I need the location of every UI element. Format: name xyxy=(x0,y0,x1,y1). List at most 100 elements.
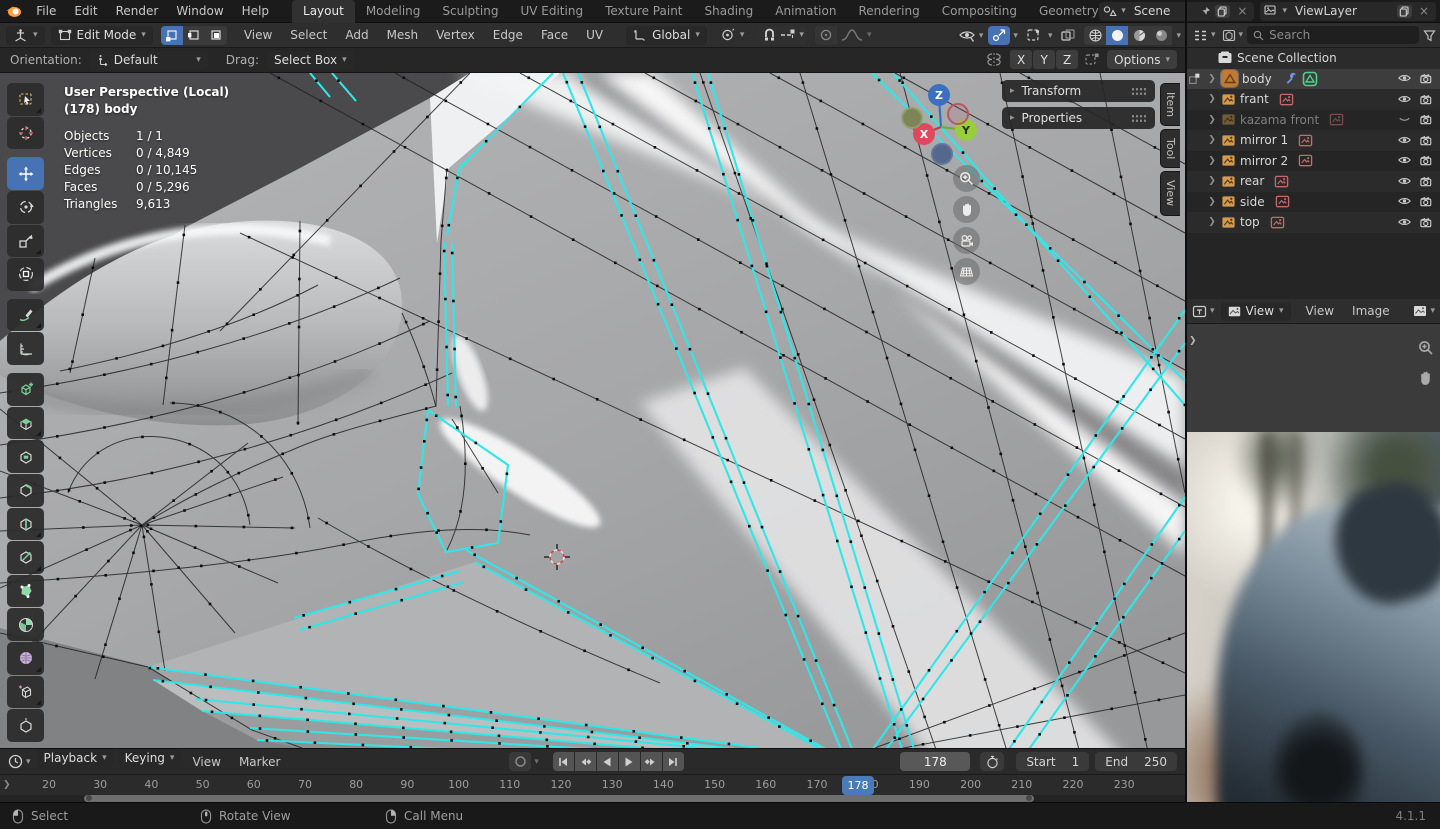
tool-options-button[interactable]: Options ▾ xyxy=(1107,50,1177,69)
gizmo-z-axis[interactable]: Z xyxy=(928,84,950,106)
gizmo-z-neg[interactable] xyxy=(931,143,953,165)
menu-help[interactable]: Help xyxy=(233,0,278,23)
proportional-editing-toggle[interactable] xyxy=(814,25,837,45)
viewport-3d[interactable]: User Perspective (Local) (178) body Obje… xyxy=(0,73,1185,748)
workspace-tab-geometry-nodes[interactable]: Geometry Nodes xyxy=(1028,0,1099,23)
playhead[interactable]: 178 xyxy=(841,776,874,795)
transform-panel-header[interactable]: ▸ Transform xyxy=(1002,80,1155,102)
show-overlays-toggle[interactable] xyxy=(1022,26,1045,45)
image-editor-type-button[interactable]: ▾ xyxy=(1192,305,1215,318)
outliner-item-top[interactable]: ❯ top xyxy=(1187,212,1440,233)
tool-knife[interactable] xyxy=(7,541,44,574)
viewport-menu-vertex[interactable]: Vertex xyxy=(427,23,484,48)
viewlayer-selector[interactable]: ▾ ViewLayer × xyxy=(1260,1,1436,21)
disable-render-icon[interactable] xyxy=(1419,194,1434,209)
tool-orientation-select[interactable]: Default ▾ xyxy=(89,50,208,70)
viewport-menu-uv[interactable]: UV xyxy=(577,23,612,48)
timeline-scrollbar[interactable] xyxy=(0,794,1185,802)
viewport-menu-edge[interactable]: Edge xyxy=(484,23,532,48)
image-editor-mode-select[interactable]: View ▾ xyxy=(1220,301,1291,321)
timeline-menu-keying[interactable]: Keying ▾ xyxy=(117,748,182,768)
auto-keying-toggle[interactable]: ▾ xyxy=(509,752,539,771)
play-button[interactable] xyxy=(618,752,640,771)
outliner-item-rear[interactable]: ❯ rear xyxy=(1187,171,1440,192)
gizmo-y-neg[interactable] xyxy=(901,107,923,129)
timeline-menu-marker[interactable]: Marker xyxy=(230,749,289,775)
shading-wireframe[interactable] xyxy=(1084,26,1107,45)
gizmo-x-neg[interactable] xyxy=(947,103,969,125)
use-preview-range-toggle[interactable] xyxy=(980,752,1005,771)
sidebar-tab-tool[interactable]: Tool xyxy=(1160,129,1180,169)
properties-panel-header[interactable]: ▸ Properties xyxy=(1002,107,1155,129)
tool-cursor[interactable] xyxy=(7,116,44,150)
outliner-item-side[interactable]: ❯ side xyxy=(1187,192,1440,213)
blender-logo-icon[interactable] xyxy=(0,3,27,20)
outliner-item-kazama-front[interactable]: ❯ kazama front xyxy=(1187,110,1440,131)
timeline-collapse-arrow[interactable]: ❯ xyxy=(3,780,11,790)
hide-eye-icon[interactable] xyxy=(1397,133,1412,148)
show-gizmo-toggle[interactable] xyxy=(988,26,1011,45)
play-reverse-button[interactable] xyxy=(596,752,618,771)
tool-spin[interactable] xyxy=(7,608,44,641)
menu-window[interactable]: Window xyxy=(167,0,232,23)
snap-magnet-icon[interactable] xyxy=(762,28,777,43)
timeline-editor-button[interactable]: ▾ xyxy=(8,754,31,769)
mirror-y-toggle[interactable]: Y xyxy=(1033,50,1056,69)
select-mode-face[interactable] xyxy=(204,25,227,45)
mirror-x-toggle[interactable]: X xyxy=(1010,50,1033,69)
shading-material[interactable] xyxy=(1128,26,1151,45)
editmode-mesh-icon[interactable] xyxy=(1302,71,1318,87)
tool-inset-faces[interactable] xyxy=(7,440,44,473)
workspace-tab-shading[interactable]: Shading xyxy=(694,0,765,23)
workspace-tab-modeling[interactable]: Modeling xyxy=(355,0,432,23)
hide-eye-icon[interactable] xyxy=(1397,112,1412,127)
disable-render-icon[interactable] xyxy=(1419,112,1434,127)
outliner-item-body[interactable]: ❯ body xyxy=(1187,68,1440,89)
hide-eye-icon[interactable] xyxy=(1397,71,1412,86)
sidebar-tab-view[interactable]: View xyxy=(1160,171,1180,216)
viewlayer-copy-icon[interactable] xyxy=(1396,4,1412,18)
expand-arrow[interactable]: ❯ xyxy=(1207,176,1217,186)
image-pan-icon[interactable] xyxy=(1418,370,1433,386)
outliner-editor-button[interactable]: ▾ xyxy=(1191,29,1218,42)
zoom-button[interactable] xyxy=(953,165,980,192)
snap-base-icon[interactable] xyxy=(1084,52,1101,67)
workspace-tab-compositing[interactable]: Compositing xyxy=(931,0,1028,23)
viewlayer-remove-icon[interactable]: × xyxy=(1416,4,1432,18)
select-mode-vertex[interactable] xyxy=(160,25,183,45)
disable-render-icon[interactable] xyxy=(1419,133,1434,148)
tool-transform[interactable] xyxy=(7,258,44,291)
workspace-tab-layout[interactable]: Layout xyxy=(292,0,355,23)
viewport-menu-face[interactable]: Face xyxy=(532,23,577,48)
disable-render-icon[interactable] xyxy=(1419,71,1434,86)
tool-edge-slide[interactable] xyxy=(7,675,44,709)
image-menu-image[interactable]: Image xyxy=(1343,300,1399,323)
editor-type-button[interactable]: ▾ xyxy=(6,25,45,45)
workspace-tab-texture-paint[interactable]: Texture Paint xyxy=(594,0,693,23)
image-datablock-button[interactable]: ▾ xyxy=(1413,305,1435,317)
outliner-item-frant[interactable]: ❯ frant xyxy=(1187,89,1440,110)
workspace-tab-animation[interactable]: Animation xyxy=(764,0,847,23)
timeline-menu-playback[interactable]: Playback ▾ xyxy=(36,748,114,768)
expand-arrow[interactable]: ❯ xyxy=(1207,217,1217,227)
hide-eye-icon[interactable] xyxy=(1397,153,1412,168)
camera-view-button[interactable] xyxy=(953,227,980,254)
transform-orientation[interactable]: Global ▾ xyxy=(626,25,707,45)
viewport-menu-mesh[interactable]: Mesh xyxy=(378,23,428,48)
hide-eye-icon[interactable] xyxy=(1397,215,1412,230)
object-visibility-button[interactable]: ▾ xyxy=(958,28,983,43)
snap-target-icon[interactable] xyxy=(780,28,796,42)
region-expand-arrow[interactable]: ❯ xyxy=(1189,336,1197,346)
expand-arrow[interactable]: ❯ xyxy=(1207,115,1217,125)
current-frame-field[interactable]: 178 xyxy=(900,752,971,771)
disable-render-icon[interactable] xyxy=(1419,92,1434,107)
modifier-wrench-icon[interactable] xyxy=(1284,71,1299,87)
disable-render-icon[interactable] xyxy=(1419,153,1434,168)
hide-eye-icon[interactable] xyxy=(1397,92,1412,107)
disable-render-icon[interactable] xyxy=(1419,215,1434,230)
shading-solid[interactable] xyxy=(1106,26,1129,45)
tool-move[interactable] xyxy=(7,157,44,190)
outliner-item-mirror-2[interactable]: ❯ mirror 2 xyxy=(1187,151,1440,172)
expand-arrow[interactable]: ❯ xyxy=(1207,74,1217,84)
start-frame-field[interactable]: Start 1 xyxy=(1016,752,1090,771)
